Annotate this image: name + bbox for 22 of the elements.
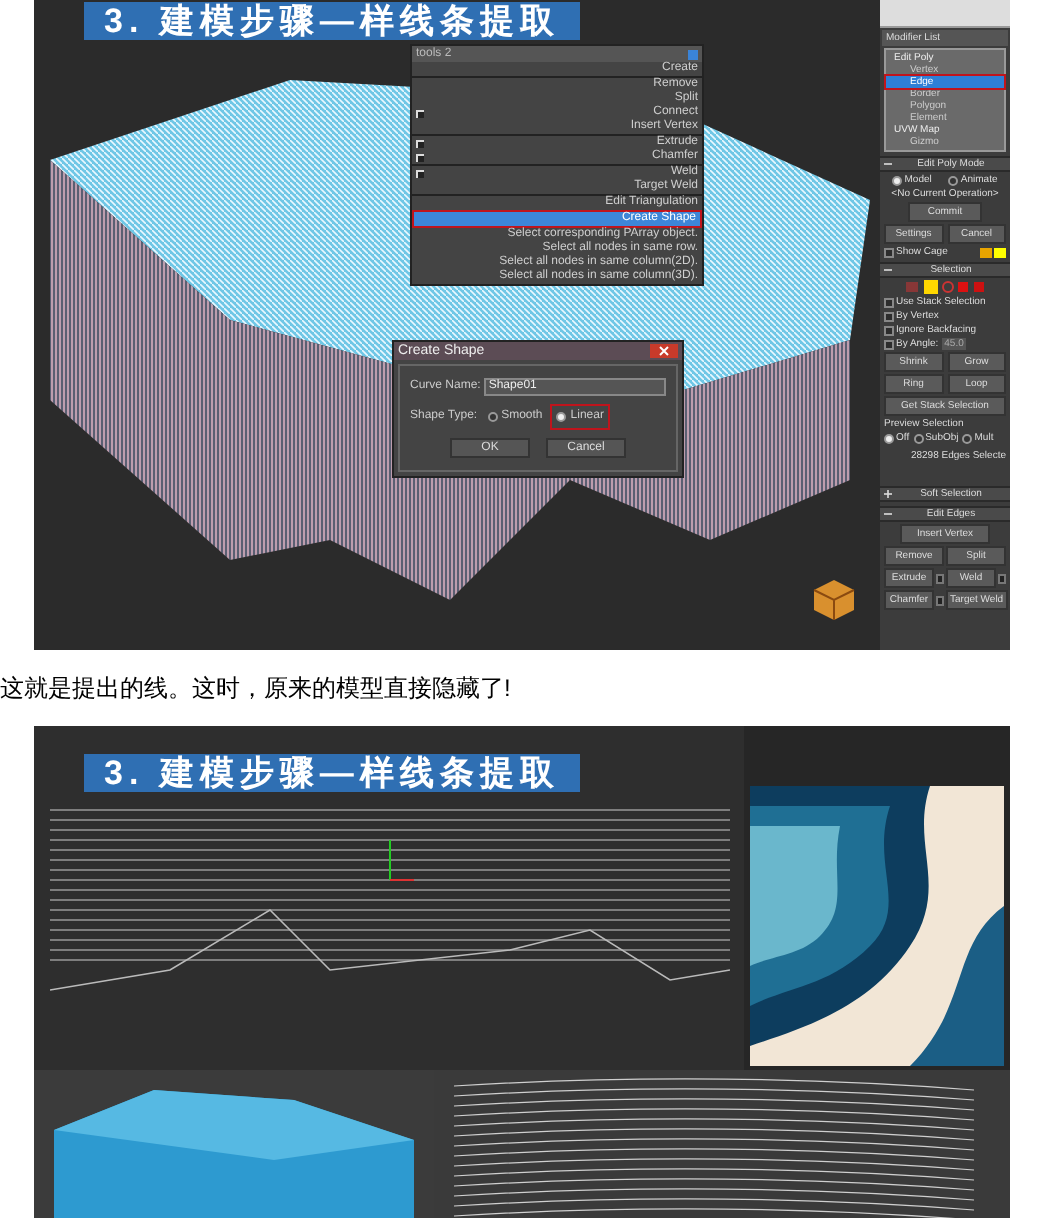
material-cube-icon (812, 578, 856, 622)
caption-text: 这就是提出的线。这时，原来的模型直接隐藏了! (0, 674, 513, 702)
radio-button[interactable] (913, 433, 924, 443)
checkbox[interactable] (884, 339, 894, 349)
checkbox[interactable] (884, 247, 894, 257)
checkbox[interactable] (884, 311, 894, 321)
color-swatch[interactable] (980, 247, 992, 257)
radio-button[interactable] (884, 433, 894, 443)
radio-button[interactable] (962, 433, 973, 443)
color-swatch[interactable] (994, 247, 1006, 257)
radio-button[interactable] (948, 175, 959, 185)
radio-button[interactable] (892, 175, 903, 185)
panel-toolbar (880, 0, 1010, 28)
checkbox[interactable] (884, 325, 894, 335)
title-banner: 3. 建模步骤—样线条提取 (84, 754, 580, 792)
radio-button[interactable] (487, 412, 498, 422)
checkbox[interactable] (884, 297, 894, 307)
radio-button[interactable] (556, 412, 567, 422)
menu-corner-icon (688, 49, 698, 59)
selection-level-icons[interactable] (905, 280, 985, 294)
title-banner: 3. 建模步骤—样线条提取 (84, 2, 580, 40)
close-icon[interactable] (650, 344, 678, 358)
